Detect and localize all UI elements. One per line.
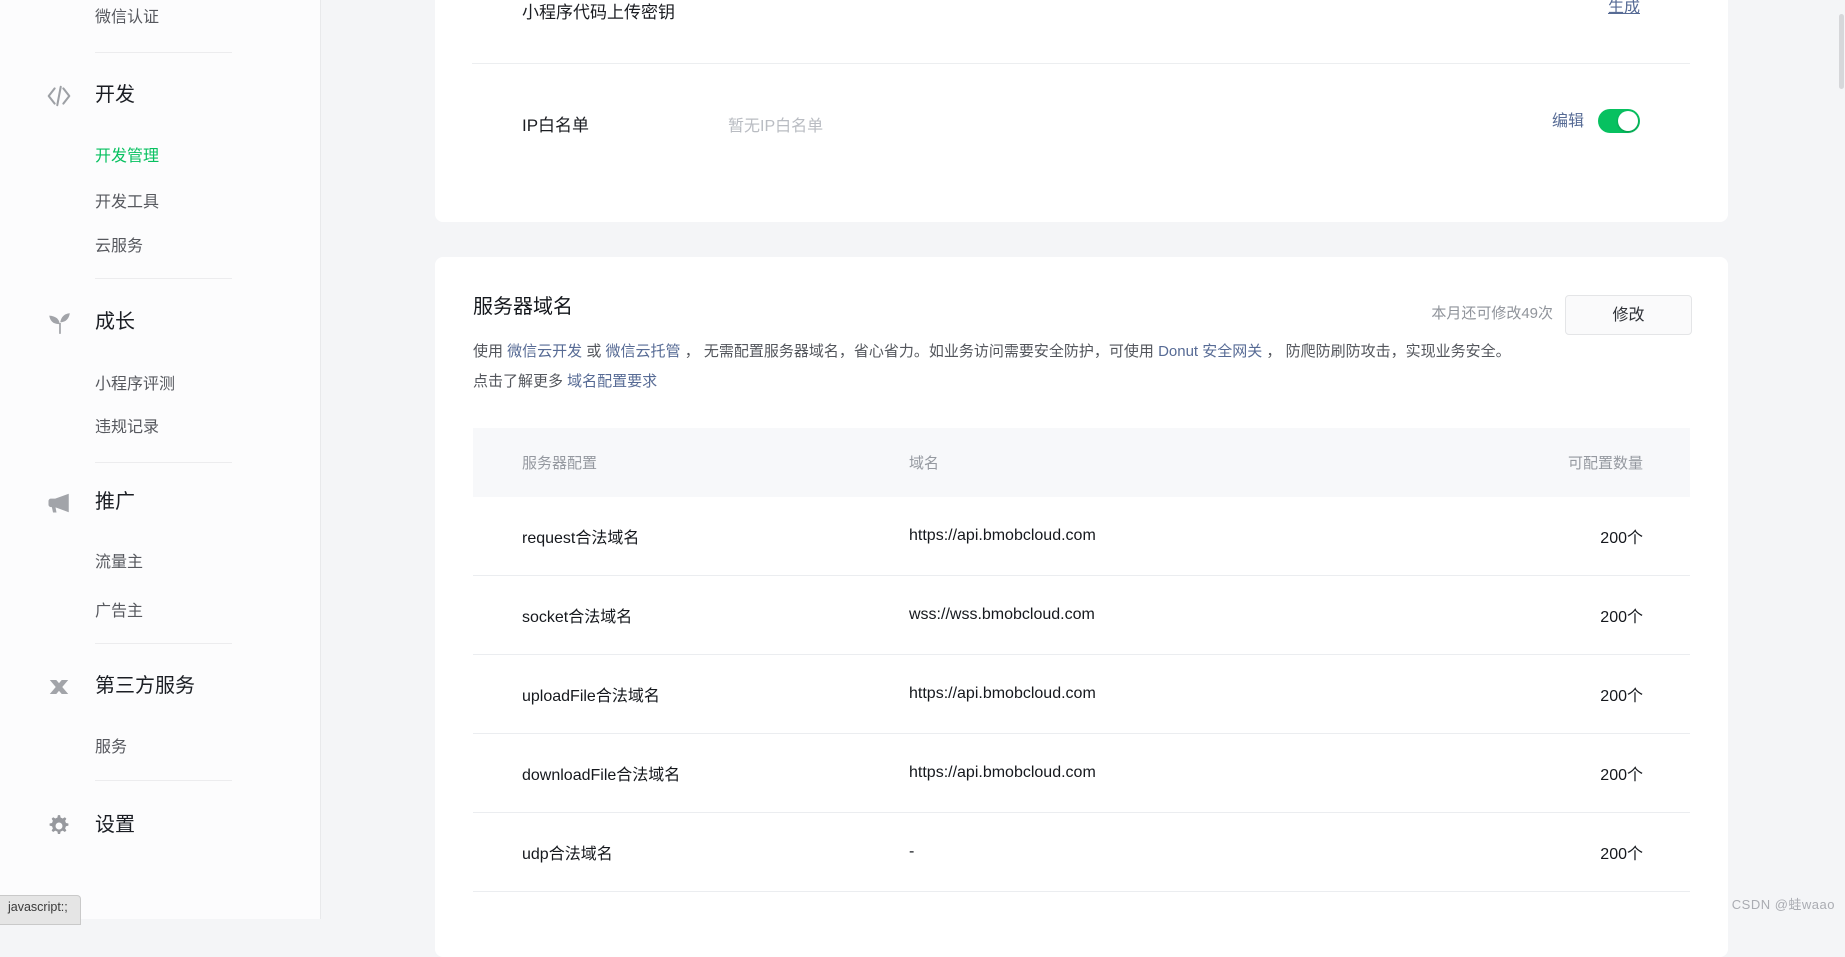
sidebar-section-develop[interactable]: 开发: [95, 81, 135, 109]
table-row: socket合法域名 wss://wss.bmobcloud.com 200个: [473, 576, 1690, 655]
megaphone-icon: [46, 490, 72, 516]
config-cell: socket合法域名: [522, 609, 633, 626]
domain-config-requirements-link[interactable]: 域名配置要求: [567, 373, 657, 390]
col-header-domain: 域名: [909, 455, 940, 472]
ip-whitelist-placeholder: 暂无IP白名单: [728, 118, 824, 135]
config-cell: request合法域名: [522, 530, 640, 547]
sidebar-item-dev-tools[interactable]: 开发工具: [95, 192, 159, 214]
domain-cell: https://api.bmobcloud.com: [909, 764, 1096, 781]
csdn-watermark: CSDN @蛙waao: [1731, 897, 1835, 912]
col-header-quota: 可配置数量: [1567, 455, 1643, 472]
code-icon: [46, 83, 72, 109]
table-row: downloadFile合法域名 https://api.bmobcloud.c…: [473, 734, 1690, 813]
description-line-1: 使用 微信云开发 或 微信云托管 ， 无需配置服务器域名，省心省力。如业务访问需…: [473, 337, 1713, 367]
config-cell: downloadFile合法域名: [522, 767, 681, 784]
modify-button[interactable]: 修改: [1565, 295, 1692, 335]
sidebar-section-promotion[interactable]: 推广: [95, 488, 135, 516]
sidebar-item-cloud-service[interactable]: 云服务: [95, 236, 143, 258]
table-row: udp合法域名 - 200个: [473, 813, 1690, 892]
page-title: 服务器域名: [473, 296, 573, 318]
ip-whitelist-label: IP白名单: [522, 116, 590, 135]
sidebar-divider: [95, 52, 232, 53]
ip-whitelist-edit-link[interactable]: 编辑: [1552, 112, 1584, 131]
gear-icon: [46, 813, 72, 839]
sidebar-section-settings[interactable]: 设置: [95, 811, 135, 839]
desc-text: ， 防爬防刷防攻击，实现业务安全。: [1262, 343, 1511, 360]
quota-cell: 200个: [1600, 846, 1643, 863]
upload-key-card: 小程序代码上传密钥 生成 IP白名单 暂无IP白名单 编辑: [435, 0, 1728, 222]
sidebar-item-services[interactable]: 服务: [95, 737, 127, 759]
domain-cell: wss://wss.bmobcloud.com: [909, 606, 1095, 623]
sidebar-divider: [95, 462, 232, 463]
desc-text: ， 无需配置服务器域名，省心省力。如业务访问需要安全防护，可使用: [680, 343, 1159, 360]
quota-cell: 200个: [1600, 609, 1643, 626]
sidebar-item-advertiser[interactable]: 广告主: [95, 601, 143, 623]
server-domain-card: 服务器域名 本月还可修改49次 修改 使用 微信云开发 或 微信云托管 ， 无需…: [435, 257, 1728, 957]
quota-cell: 200个: [1600, 688, 1643, 705]
domain-description: 使用 微信云开发 或 微信云托管 ， 无需配置服务器域名，省心省力。如业务访问需…: [473, 337, 1713, 397]
domain-cell: https://api.bmobcloud.com: [909, 685, 1096, 702]
quota-cell: 200个: [1600, 767, 1643, 784]
generate-key-link[interactable]: 生成: [1608, 0, 1640, 17]
sidebar-item-wechat-verify[interactable]: 微信认证: [95, 7, 159, 29]
scrollbar-thumb[interactable]: [1839, 14, 1844, 89]
sidebar-divider: [95, 643, 232, 644]
table-row: request合法域名 https://api.bmobcloud.com 20…: [473, 497, 1690, 576]
desc-text: 使用: [473, 343, 508, 360]
table-header-row: 服务器配置 域名 可配置数量: [473, 428, 1690, 497]
domain-cell: -: [909, 843, 915, 860]
desc-text: 点击了解更多: [473, 373, 568, 390]
description-line-2: 点击了解更多 域名配置要求: [473, 367, 1713, 397]
cloud-hosting-link[interactable]: 微信云托管: [606, 343, 681, 360]
desc-text: 或: [582, 343, 606, 360]
sidebar-item-violation-records[interactable]: 违规记录: [95, 417, 159, 439]
sidebar: 微信认证 开发 开发管理 开发工具 云服务 成长 小程序评测 违规记录 推广 流…: [0, 0, 321, 919]
sidebar-section-growth[interactable]: 成长: [95, 308, 135, 336]
third-party-icon: [46, 674, 72, 700]
sidebar-section-third-party[interactable]: 第三方服务: [95, 672, 195, 700]
sidebar-divider: [95, 780, 232, 781]
domain-table: 服务器配置 域名 可配置数量 request合法域名 https://api.b…: [473, 428, 1690, 892]
sprout-icon: [46, 310, 72, 336]
ip-whitelist-toggle[interactable]: [1598, 109, 1640, 133]
config-cell: uploadFile合法域名: [522, 688, 660, 705]
sidebar-item-miniapp-evaluation[interactable]: 小程序评测: [95, 374, 175, 396]
link-status-tooltip: javascript:;: [0, 895, 81, 925]
modify-quota-text: 本月还可修改49次: [1431, 305, 1553, 322]
sidebar-item-dev-management[interactable]: 开发管理: [95, 146, 159, 168]
table-row: uploadFile合法域名 https://api.bmobcloud.com…: [473, 655, 1690, 734]
upload-key-label: 小程序代码上传密钥: [522, 3, 675, 22]
quota-cell: 200个: [1600, 530, 1643, 547]
toggle-knob: [1618, 111, 1638, 131]
cloud-dev-link[interactable]: 微信云开发: [507, 343, 582, 360]
sidebar-divider: [95, 278, 232, 279]
card-divider: [472, 63, 1690, 64]
col-header-server-config: 服务器配置: [522, 455, 598, 472]
donut-gateway-link[interactable]: Donut 安全网关: [1158, 343, 1262, 360]
sidebar-item-traffic-owner[interactable]: 流量主: [95, 552, 143, 574]
config-cell: udp合法域名: [522, 846, 613, 863]
domain-cell: https://api.bmobcloud.com: [909, 527, 1096, 544]
